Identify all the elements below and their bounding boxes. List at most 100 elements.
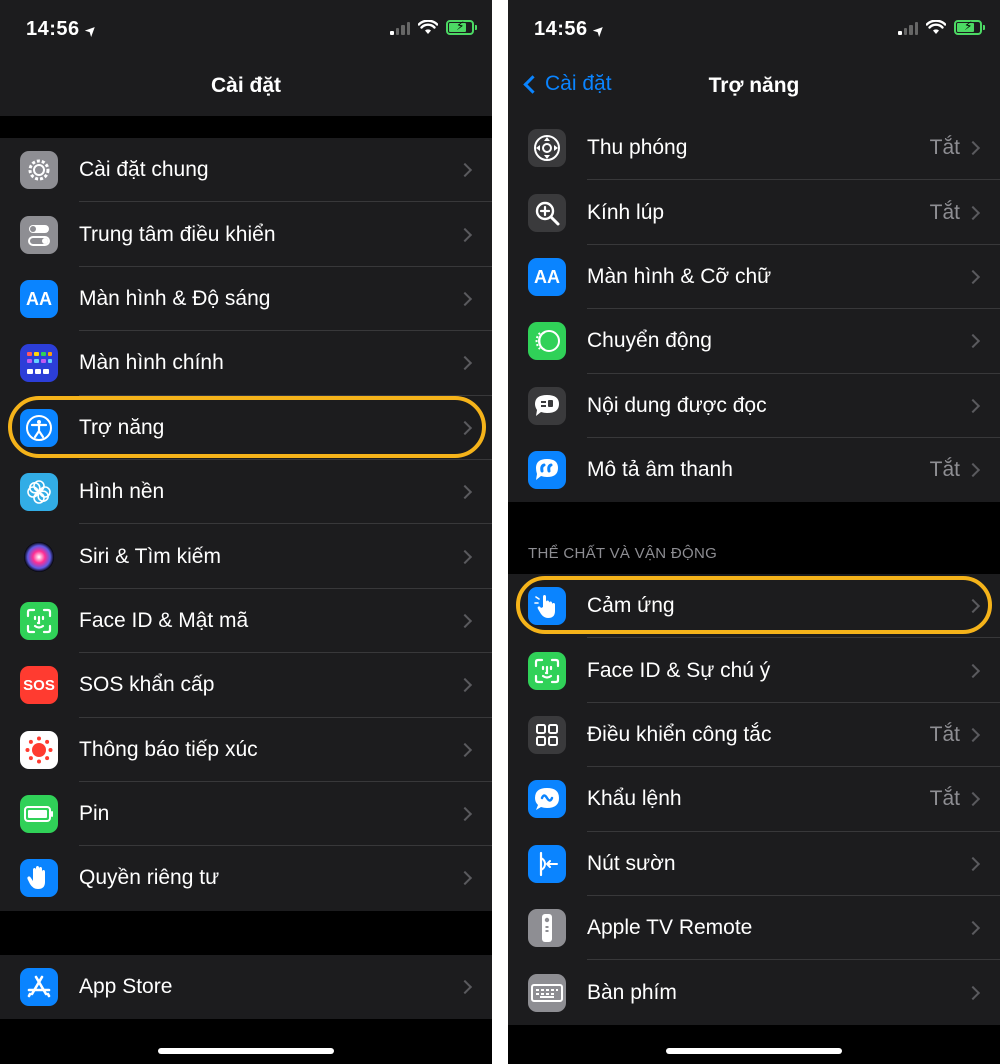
- row-noi-dung-duoc-doc[interactable]: Nội dung được đọc: [508, 374, 1000, 438]
- settings-screen: 14:56➤ ⚡ Cài đặt Cài đặt chung Trung tâm …: [0, 0, 492, 1064]
- row-thong-bao-tiep-xuc[interactable]: Thông báo tiếp xúc: [0, 718, 492, 782]
- chevron-right-icon: [965, 727, 981, 743]
- row-hinh-nen[interactable]: Hình nền: [0, 460, 492, 525]
- row-value: Tắt: [929, 200, 960, 224]
- cellular-signal-icon: [898, 21, 918, 35]
- settings-list: Cài đặt chung Trung tâm điều khiển AA Màn h…: [0, 138, 492, 911]
- chevron-right-icon: [457, 549, 473, 564]
- row-value: Tắt: [929, 722, 960, 746]
- chevron-right-icon: [965, 463, 981, 478]
- row-label: Mô tả âm thanh: [587, 458, 733, 482]
- page-title: Trợ năng: [708, 74, 800, 97]
- row-sos-khan-cap[interactable]: SOS SOS khẩn cấp: [0, 653, 492, 718]
- settings-list-store: App Store: [0, 955, 492, 1020]
- flower-icon: [20, 473, 58, 512]
- row-value: Tắt: [929, 136, 960, 160]
- chevron-right-icon: [457, 742, 473, 757]
- row-app-store[interactable]: App Store: [0, 955, 492, 1019]
- row-khau-lenh[interactable]: Khẩu lệnh Tắt: [508, 767, 1000, 832]
- row-label: Điều khiển công tắc: [587, 722, 772, 746]
- section-header: THỂ CHẤT VÀ VẬN ĐỘNG: [528, 545, 718, 562]
- row-kinh-lup[interactable]: Kính lúp Tắt: [508, 180, 1000, 245]
- row-pin[interactable]: Pin: [0, 782, 492, 847]
- row-label: Bàn phím: [587, 980, 677, 1004]
- row-quyen-rieng-tu[interactable]: Quyền riêng tư: [0, 846, 492, 910]
- row-label: Khẩu lệnh: [587, 787, 682, 811]
- highlight-ring: [516, 576, 992, 634]
- chevron-right-icon: [965, 269, 981, 285]
- row-face-id-and-mat-ma[interactable]: Face ID & Mật mã: [0, 589, 492, 654]
- row-ban-phim[interactable]: Bàn phím: [508, 960, 1000, 1024]
- accessibility-screen: 14:56➤ ⚡ Cài đặt Trợ năng Thu phóng Tắt Kí…: [508, 0, 1000, 1064]
- keyboard-icon: [528, 973, 566, 1012]
- chevron-right-icon: [457, 871, 473, 886]
- chevron-right-icon: [965, 856, 981, 871]
- row-label: Thông báo tiếp xúc: [79, 737, 258, 761]
- chevron-right-icon: [457, 227, 473, 242]
- row-label: SOS khẩn cấp: [79, 673, 215, 697]
- chevron-right-icon: [457, 356, 473, 371]
- row-label: Apple TV Remote: [587, 916, 753, 940]
- row-label: Trung tâm điều khiển: [79, 222, 276, 246]
- battery-charging-icon: ⚡: [954, 19, 985, 35]
- chevron-right-icon: [965, 398, 981, 413]
- siri-icon: [20, 537, 58, 576]
- row-apple-tv-remote[interactable]: Apple TV Remote: [508, 896, 1000, 961]
- app-store-icon: [20, 968, 58, 1007]
- chevron-right-icon: [457, 980, 473, 995]
- row-value: Tắt: [929, 787, 960, 811]
- speech-icon: [528, 386, 566, 425]
- row-chuyen-dong[interactable]: Chuyển động: [508, 309, 1000, 374]
- cellular-signal-icon: [390, 21, 410, 35]
- row-label: App Store: [79, 975, 173, 999]
- chevron-right-icon: [965, 921, 981, 936]
- row-siri-and-tim-kiem[interactable]: Siri & Tìm kiếm: [0, 524, 492, 589]
- hand-icon: [20, 859, 58, 898]
- highlight-ring: [8, 396, 486, 458]
- chevron-right-icon: [965, 141, 981, 156]
- toggles-icon: [20, 215, 58, 254]
- chevron-right-icon: [457, 485, 473, 500]
- row-face-id-and-su-chu-y[interactable]: Face ID & Sự chú ý: [508, 638, 1000, 703]
- nav-bar: Cài đặt: [0, 60, 492, 116]
- switch-control-icon: [528, 715, 566, 754]
- chevron-right-icon: [457, 678, 473, 693]
- face-id-icon: [20, 601, 58, 640]
- text-size-icon: AA: [528, 257, 566, 296]
- zoom-icon: [528, 129, 566, 168]
- row-mo-ta-am-thanh[interactable]: Mô tả âm thanh Tắt: [508, 438, 1000, 502]
- row-label: Siri & Tìm kiếm: [79, 544, 221, 568]
- row-label: Màn hình & Độ sáng: [79, 286, 271, 310]
- row-thu-phong[interactable]: Thu phóng Tắt: [508, 116, 1000, 181]
- chevron-right-icon: [457, 291, 473, 307]
- row-nut-suon[interactable]: Nút sườn: [508, 832, 1000, 896]
- row-man-hinh-and-co-chu[interactable]: AA Màn hình & Cỡ chữ: [508, 245, 1000, 310]
- chevron-right-icon: [965, 663, 981, 678]
- row-man-hinh-and-do-sang[interactable]: AA Màn hình & Độ sáng: [0, 267, 492, 332]
- row-label: Nội dung được đọc: [587, 393, 767, 417]
- row-cai-dat-chung[interactable]: Cài đặt chung: [0, 138, 492, 203]
- vision-settings-list: Thu phóng Tắt Kính lúp Tắt AA Màn hình & Cỡ c…: [508, 116, 1000, 503]
- row-trung-tam-dieu-khien[interactable]: Trung tâm điều khiển: [0, 202, 492, 267]
- face-id-icon: [528, 651, 566, 690]
- voice-control-icon: [528, 780, 566, 819]
- app-grid-icon: [20, 344, 58, 383]
- row-label: Nút sườn: [587, 851, 676, 875]
- chevron-right-icon: [457, 613, 473, 628]
- row-label: Hình nền: [79, 480, 165, 504]
- home-indicator: [158, 1048, 334, 1054]
- row-dieu-khien-cong-tac[interactable]: Điều khiển công tắc Tắt: [508, 703, 1000, 768]
- chevron-right-icon: [457, 163, 473, 178]
- row-label: Kính lúp: [587, 200, 665, 224]
- row-label: Pin: [79, 802, 110, 826]
- home-indicator: [666, 1048, 842, 1054]
- wifi-icon: [926, 20, 946, 34]
- row-label: Màn hình chính: [79, 351, 224, 375]
- physical-motor-settings-list: Cảm ứng Face ID & Sự chú ý Điều khiển công…: [508, 574, 1000, 1025]
- battery-icon: [20, 795, 58, 834]
- sos-icon: SOS: [20, 666, 58, 705]
- row-label: Chuyển động: [587, 329, 712, 353]
- row-man-hinh-chinh[interactable]: Màn hình chính: [0, 331, 492, 396]
- status-bar: 14:56➤ ⚡: [508, 0, 1000, 60]
- battery-charging-icon: ⚡: [446, 19, 477, 35]
